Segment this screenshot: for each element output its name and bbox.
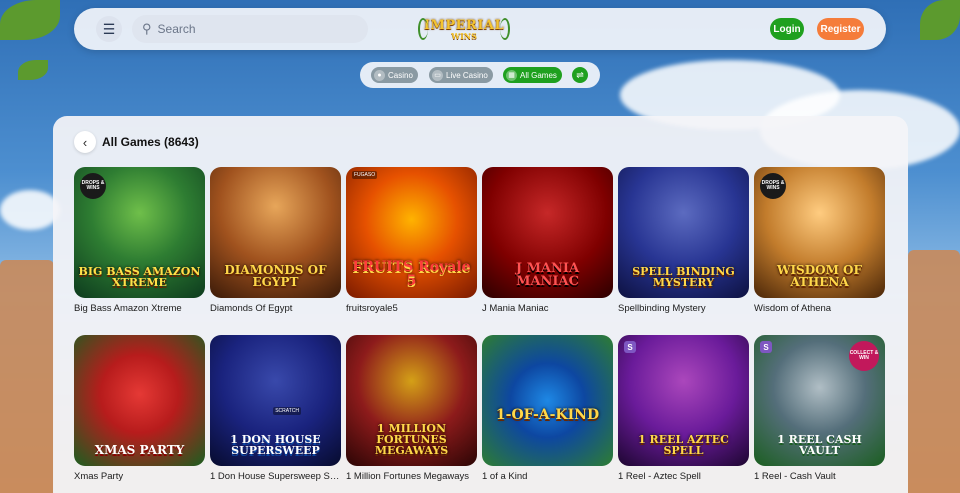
- game-name[interactable]: fruitsroyale5: [346, 303, 477, 314]
- collect-win-badge: COLLECT & WIN: [849, 341, 879, 371]
- game-tile[interactable]: XMAS PARTY Xmas Party: [74, 335, 205, 482]
- tab-live-casino-label: Live Casino: [446, 70, 488, 80]
- game-name[interactable]: J Mania Maniac: [482, 303, 613, 314]
- game-tile[interactable]: 1-OF-A-KIND 1 of a Kind: [482, 335, 613, 482]
- game-thumbnail[interactable]: J MANIA MANIAC: [482, 167, 613, 298]
- provider-tag: FUGASO: [352, 171, 378, 179]
- games-panel: ‹ All Games (8643) DROPS & WINS BIG BASS…: [53, 116, 908, 493]
- section-header: ‹ All Games (8643): [74, 131, 199, 153]
- live-tv-icon: ▭: [432, 69, 443, 81]
- game-name[interactable]: Wisdom of Athena: [754, 303, 885, 314]
- background-cloud: [0, 190, 60, 230]
- game-art-title: XMAS PARTY: [94, 443, 185, 457]
- tab-casino[interactable]: ● Casino: [371, 67, 418, 83]
- game-name[interactable]: 1 Million Fortunes Megaways: [346, 471, 477, 482]
- game-name[interactable]: 1 Reel - Aztec Spell: [618, 471, 749, 482]
- game-tile[interactable]: DROPS & WINS WISDOM OF ATHENA Wisdom of …: [754, 167, 885, 314]
- game-name[interactable]: Diamonds Of Egypt: [210, 303, 341, 314]
- background-leaf: [920, 0, 960, 40]
- game-tile[interactable]: DIAMONDS OF EGYPT Diamonds Of Egypt: [210, 167, 341, 314]
- game-art-title: 1 DON HOUSE SUPERSWEEP: [230, 433, 321, 457]
- game-tile[interactable]: SCRATCH 1 DON HOUSE SUPERSWEEP 1 Don Hou…: [210, 335, 341, 482]
- game-thumbnail[interactable]: S 1 REEL AZTEC SPELL: [618, 335, 749, 466]
- game-tile[interactable]: S COLLECT & WIN 1 REEL CASH VAULT 1 Reel…: [754, 335, 885, 482]
- search-icon: ⚲: [142, 21, 152, 36]
- game-art-title: J MANIA MANIAC: [515, 261, 580, 289]
- game-thumbnail[interactable]: S COLLECT & WIN 1 REEL CASH VAULT: [754, 335, 885, 466]
- search-input[interactable]: [157, 22, 348, 36]
- background-leaf: [0, 0, 60, 40]
- game-art-title: SPELL BINDING MYSTERY: [632, 265, 735, 289]
- tab-casino-label: Casino: [388, 70, 413, 80]
- game-thumbnail[interactable]: 1-OF-A-KIND: [482, 335, 613, 466]
- hamburger-menu-icon[interactable]: ☰: [96, 16, 122, 42]
- tab-live-casino[interactable]: ▭ Live Casino: [429, 67, 493, 83]
- search-bar[interactable]: ⚲: [132, 15, 368, 43]
- laurel-right-icon: [500, 18, 510, 40]
- game-tile[interactable]: 1 MILLION FORTUNES MEGAWAYS 1 Million Fo…: [346, 335, 477, 482]
- game-art-title: FRUITS Royale 5: [352, 259, 471, 289]
- drops-wins-badge: DROPS & WINS: [80, 173, 106, 199]
- game-art-title: 1 MILLION FORTUNES MEGAWAYS: [374, 422, 449, 457]
- game-art-title: WISDOM OF ATHENA: [776, 263, 863, 289]
- provider-tag: SCRATCH: [273, 407, 301, 415]
- casino-chip-icon: ●: [374, 69, 385, 81]
- register-button[interactable]: Register: [817, 18, 864, 40]
- background-building: [0, 260, 54, 493]
- section-title: All Games (8643): [102, 135, 199, 149]
- tab-all-games-label: All Games: [520, 70, 557, 80]
- game-thumbnail[interactable]: SCRATCH 1 DON HOUSE SUPERSWEEP: [210, 335, 341, 466]
- game-name[interactable]: 1 of a Kind: [482, 471, 613, 482]
- grid-icon: ▦: [506, 69, 517, 81]
- game-name[interactable]: Spellbinding Mystery: [618, 303, 749, 314]
- game-thumbnail[interactable]: DIAMONDS OF EGYPT: [210, 167, 341, 298]
- game-art-title: DIAMONDS OF EGYPT: [224, 263, 327, 289]
- login-button[interactable]: Login: [770, 18, 804, 40]
- tab-all-games[interactable]: ▦ All Games: [503, 67, 562, 83]
- game-name[interactable]: Xmas Party: [74, 471, 205, 482]
- game-tile[interactable]: J MANIA MANIAC J Mania Maniac: [482, 167, 613, 314]
- logo-line2: WINS: [451, 30, 477, 41]
- background-building: [908, 250, 960, 493]
- category-filter-bar: ● Casino ▭ Live Casino ▦ All Games ⇌: [360, 62, 600, 88]
- game-art: [482, 335, 613, 466]
- sliders-icon[interactable]: ⇌: [572, 67, 588, 83]
- game-tile[interactable]: FUGASO FRUITS Royale 5 fruitsroyale5: [346, 167, 477, 314]
- game-name[interactable]: 1 Don House Supersweep Scratch: [210, 471, 341, 482]
- game-thumbnail[interactable]: SPELL BINDING MYSTERY: [618, 167, 749, 298]
- drops-wins-badge: DROPS & WINS: [760, 173, 786, 199]
- top-header: ☰ ⚲ IMPERIAL WINS Login Register: [74, 8, 886, 50]
- laurel-left-icon: [418, 18, 428, 40]
- game-name[interactable]: 1 Reel - Cash Vault: [754, 471, 885, 482]
- provider-s-icon: S: [760, 341, 772, 353]
- game-tile[interactable]: DROPS & WINS BIG BASS AMAZON XTREME Big …: [74, 167, 205, 314]
- game-art-title: 1 REEL CASH VAULT: [777, 433, 862, 457]
- imperial-wins-logo[interactable]: IMPERIAL WINS: [416, 12, 512, 46]
- game-thumbnail[interactable]: DROPS & WINS WISDOM OF ATHENA: [754, 167, 885, 298]
- game-thumbnail[interactable]: DROPS & WINS BIG BASS AMAZON XTREME: [74, 167, 205, 298]
- provider-s-icon: S: [624, 341, 636, 353]
- game-art-title: 1 REEL AZTEC SPELL: [638, 433, 729, 457]
- game-thumbnail[interactable]: FUGASO FRUITS Royale 5: [346, 167, 477, 298]
- game-art-title: BIG BASS AMAZON XTREME: [78, 265, 201, 289]
- game-tile[interactable]: SPELL BINDING MYSTERY Spellbinding Myste…: [618, 167, 749, 314]
- game-name[interactable]: Big Bass Amazon Xtreme: [74, 303, 205, 314]
- chevron-left-icon[interactable]: ‹: [74, 131, 96, 153]
- game-art-title: 1-OF-A-KIND: [495, 407, 600, 423]
- game-thumbnail[interactable]: 1 MILLION FORTUNES MEGAWAYS: [346, 335, 477, 466]
- game-tile[interactable]: S 1 REEL AZTEC SPELL 1 Reel - Aztec Spel…: [618, 335, 749, 482]
- background-leaf: [18, 60, 48, 80]
- game-thumbnail[interactable]: XMAS PARTY: [74, 335, 205, 466]
